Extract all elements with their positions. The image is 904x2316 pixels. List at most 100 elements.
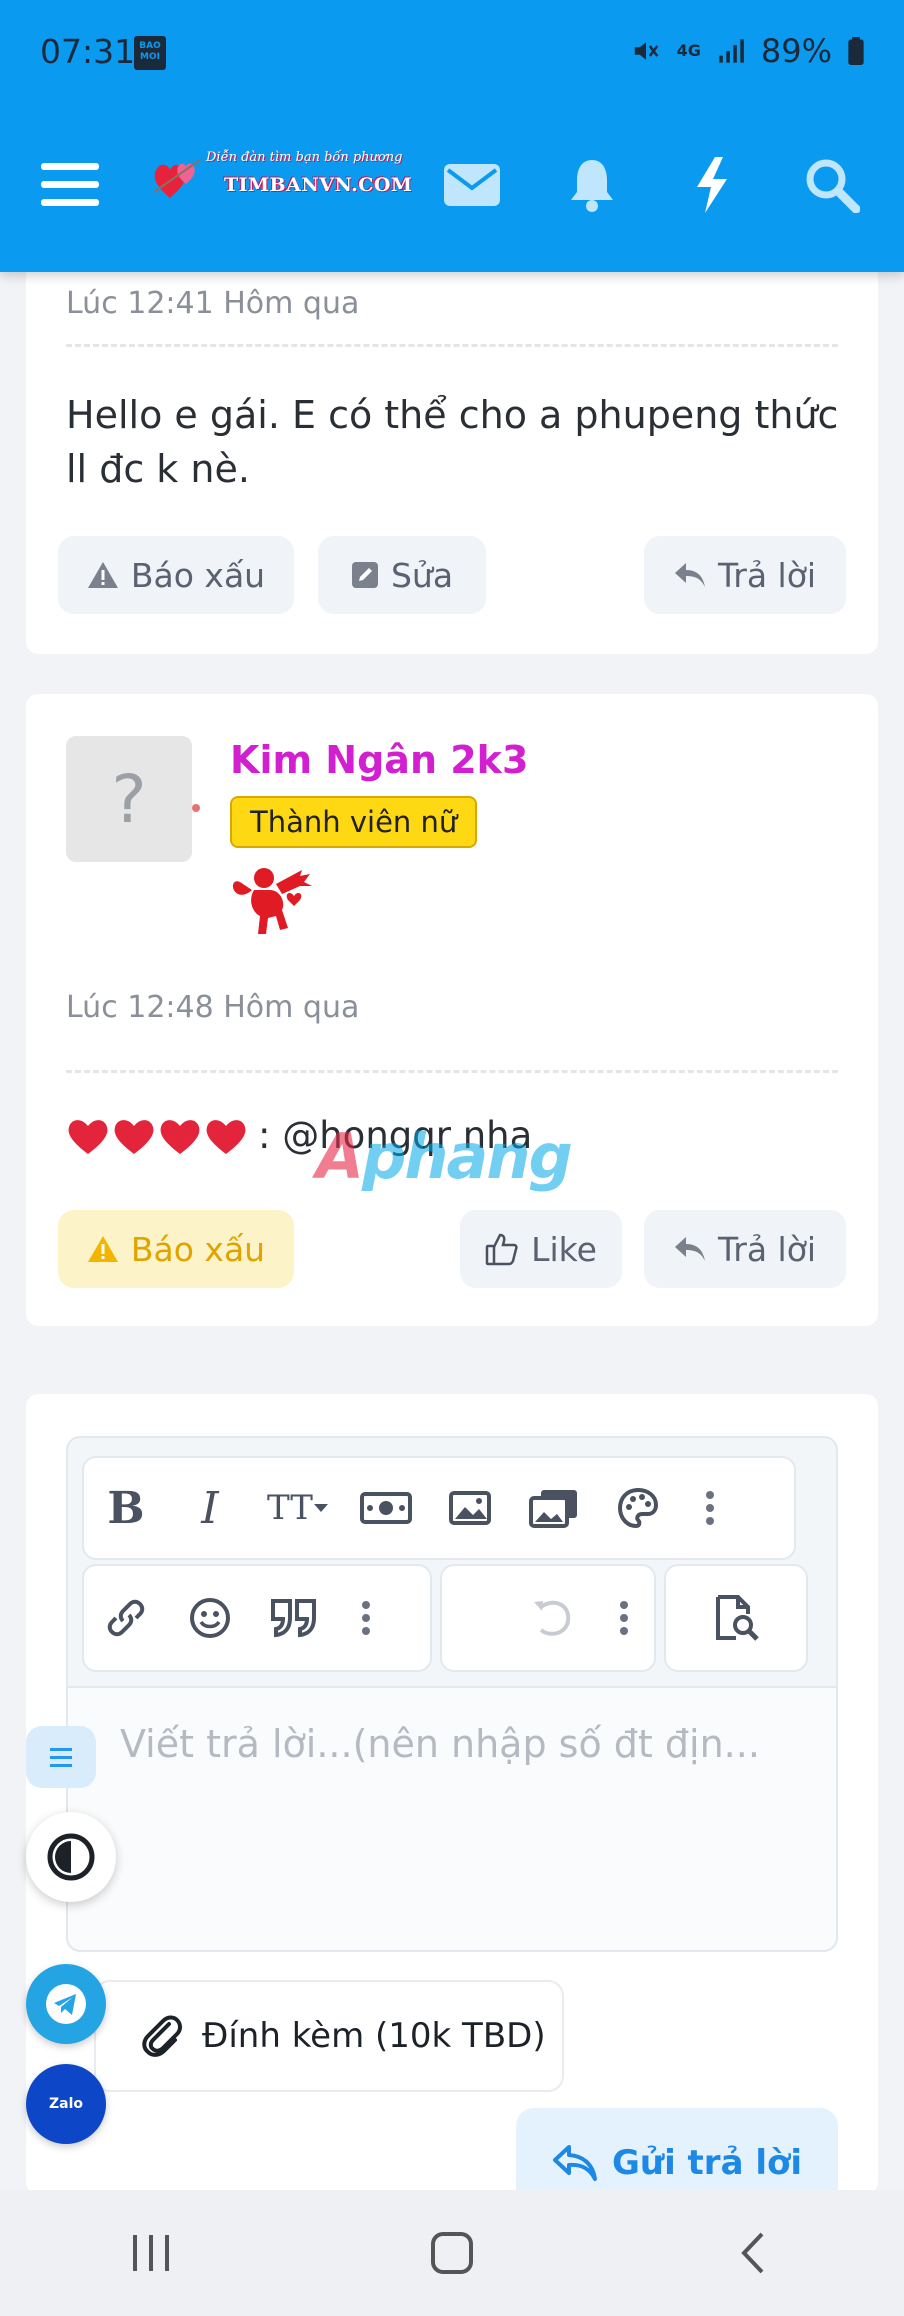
online-dot	[192, 804, 200, 812]
more-options-button[interactable]	[336, 1566, 396, 1670]
edit-button[interactable]: Sửa	[318, 536, 486, 614]
attach-files-button[interactable]: Đính kèm (10k TBD)	[94, 1980, 564, 2092]
logo-site-name: TIMBANVN.COM	[224, 174, 413, 196]
recents-button[interactable]	[91, 2203, 211, 2303]
mention-text: : @hongqr nha	[258, 1114, 533, 1157]
post-message: : @hongqr nha	[66, 1114, 532, 1157]
battery-icon	[848, 37, 864, 65]
reply-label: Trả lời	[717, 1229, 817, 1269]
site-logo[interactable]: Diễn đàn tìm bạn bốn phương TIMBANVN.COM	[150, 148, 412, 210]
send-label: Gửi trả lời	[611, 2143, 803, 2183]
bold-button[interactable]: B	[84, 1458, 168, 1558]
avatar-placeholder: ?	[111, 760, 147, 838]
attach-label: Đính kèm (10k TBD)	[202, 2016, 546, 2056]
reply-label: Trả lời	[717, 555, 817, 595]
back-icon	[741, 2232, 764, 2274]
more-options-button[interactable]	[594, 1566, 654, 1670]
post-time: Lúc 12:48 Hôm qua	[66, 990, 360, 1025]
link-button[interactable]	[84, 1566, 168, 1670]
thumbs-up-icon	[485, 1233, 518, 1266]
heart-icon	[68, 1119, 108, 1154]
menu-button[interactable]	[30, 145, 110, 225]
bold-icon: B	[107, 1482, 145, 1534]
image-button[interactable]	[428, 1458, 512, 1558]
more-options-button[interactable]	[680, 1458, 740, 1558]
toolbar-row-2a	[82, 1564, 432, 1672]
preview-button[interactable]	[694, 1566, 778, 1670]
toolbar-row-2c	[664, 1564, 808, 1672]
text-size-button[interactable]: TT	[252, 1458, 344, 1558]
cupid-icon	[232, 868, 312, 934]
telegram-button[interactable]	[26, 1964, 106, 2044]
inbox-button[interactable]	[432, 145, 512, 225]
search-button[interactable]	[792, 145, 872, 225]
avatar[interactable]: ?	[66, 736, 192, 862]
signal-icon	[719, 39, 744, 63]
user-title-badge: Thành viên nữ	[230, 796, 478, 848]
divider	[66, 1070, 838, 1073]
edit-label: Sửa	[390, 555, 454, 595]
reply-arrow-icon	[552, 2145, 597, 2181]
paperclip-icon	[142, 2015, 182, 2057]
battery-level: 89%	[760, 32, 832, 70]
status-bar: 07:31 BAO MOI 4G 89%	[0, 0, 904, 100]
undo-button[interactable]	[510, 1566, 594, 1670]
toolbar-row-1: B I TT	[82, 1456, 796, 1560]
back-button[interactable]	[693, 2203, 813, 2303]
zalo-button[interactable]: Zalo	[26, 2064, 106, 2144]
home-icon	[430, 2232, 473, 2274]
lightning-icon	[697, 157, 727, 213]
money-button[interactable]	[344, 1458, 428, 1558]
text-size-icon: TT	[267, 1488, 313, 1528]
heart-icon	[206, 1119, 246, 1154]
site-header: Diễn đàn tìm bạn bốn phương TIMBANVN.COM	[0, 100, 904, 272]
caret-down-icon	[314, 1504, 328, 1512]
file-search-icon	[716, 1595, 759, 1641]
color-button[interactable]	[596, 1458, 680, 1558]
reply-textarea[interactable]: Viết trả lời...(nên nhập số đt địn...	[68, 1686, 836, 1950]
reply-form: B I TT Viết trả lời...(nên nhập số đt đị…	[26, 1394, 878, 2218]
divider	[66, 344, 838, 347]
hearts-logo-icon	[153, 159, 201, 198]
telegram-icon	[46, 1984, 86, 2024]
report-button[interactable]: Báo xấu	[58, 1210, 294, 1288]
italic-button[interactable]: I	[168, 1458, 252, 1558]
system-nav-bar	[0, 2190, 904, 2316]
hamburger-icon	[41, 163, 99, 206]
reply-placeholder: Viết trả lời...(nên nhập số đt địn...	[120, 1722, 760, 1766]
logo-slogan: Diễn đàn tìm bạn bốn phương	[206, 150, 403, 165]
recents-icon	[132, 2235, 169, 2271]
network-type: 4G	[676, 41, 701, 60]
post-message: Hello e gái. E có thể cho a phupeng thức…	[66, 393, 839, 491]
status-time: 07:31	[40, 32, 136, 71]
theme-toggle-button[interactable]	[26, 1812, 116, 1902]
report-button[interactable]: Báo xấu	[58, 536, 294, 614]
reply-button[interactable]: Trả lời	[644, 536, 846, 614]
like-button[interactable]: Like	[460, 1210, 622, 1288]
reply-button[interactable]: Trả lời	[644, 1210, 846, 1288]
post-card: Lúc 12:41 Hôm qua Hello e gái. E có thể …	[26, 250, 878, 654]
emoji-button[interactable]	[168, 1566, 252, 1670]
zalo-icon: Zalo	[48, 2096, 83, 2112]
media-button[interactable]	[512, 1458, 596, 1558]
money-icon	[360, 1492, 412, 1524]
italic-icon: I	[201, 1482, 219, 1534]
username[interactable]: Kim Ngân 2k3	[230, 738, 528, 782]
more-vertical-icon	[620, 1601, 628, 1635]
heart-icon	[160, 1119, 200, 1154]
report-label: Báo xấu	[130, 1229, 266, 1269]
whats-new-button[interactable]	[672, 145, 752, 225]
quote-button[interactable]	[252, 1566, 336, 1670]
home-button[interactable]	[392, 2203, 512, 2303]
like-label: Like	[531, 1229, 597, 1269]
rich-text-editor: B I TT Viết trả lời...(nên nhập số đt đị…	[66, 1436, 838, 1952]
gallery-icon	[529, 1490, 577, 1528]
contrast-icon	[47, 1833, 95, 1881]
palette-icon	[617, 1487, 659, 1529]
quote-icon	[271, 1599, 316, 1638]
toc-button[interactable]	[26, 1726, 96, 1788]
alerts-button[interactable]	[552, 145, 632, 225]
link-icon	[107, 1599, 145, 1637]
post-card: ? Kim Ngân 2k3 Thành viên nữ Lúc 12:48 H…	[26, 694, 878, 1326]
edit-icon	[351, 562, 378, 588]
